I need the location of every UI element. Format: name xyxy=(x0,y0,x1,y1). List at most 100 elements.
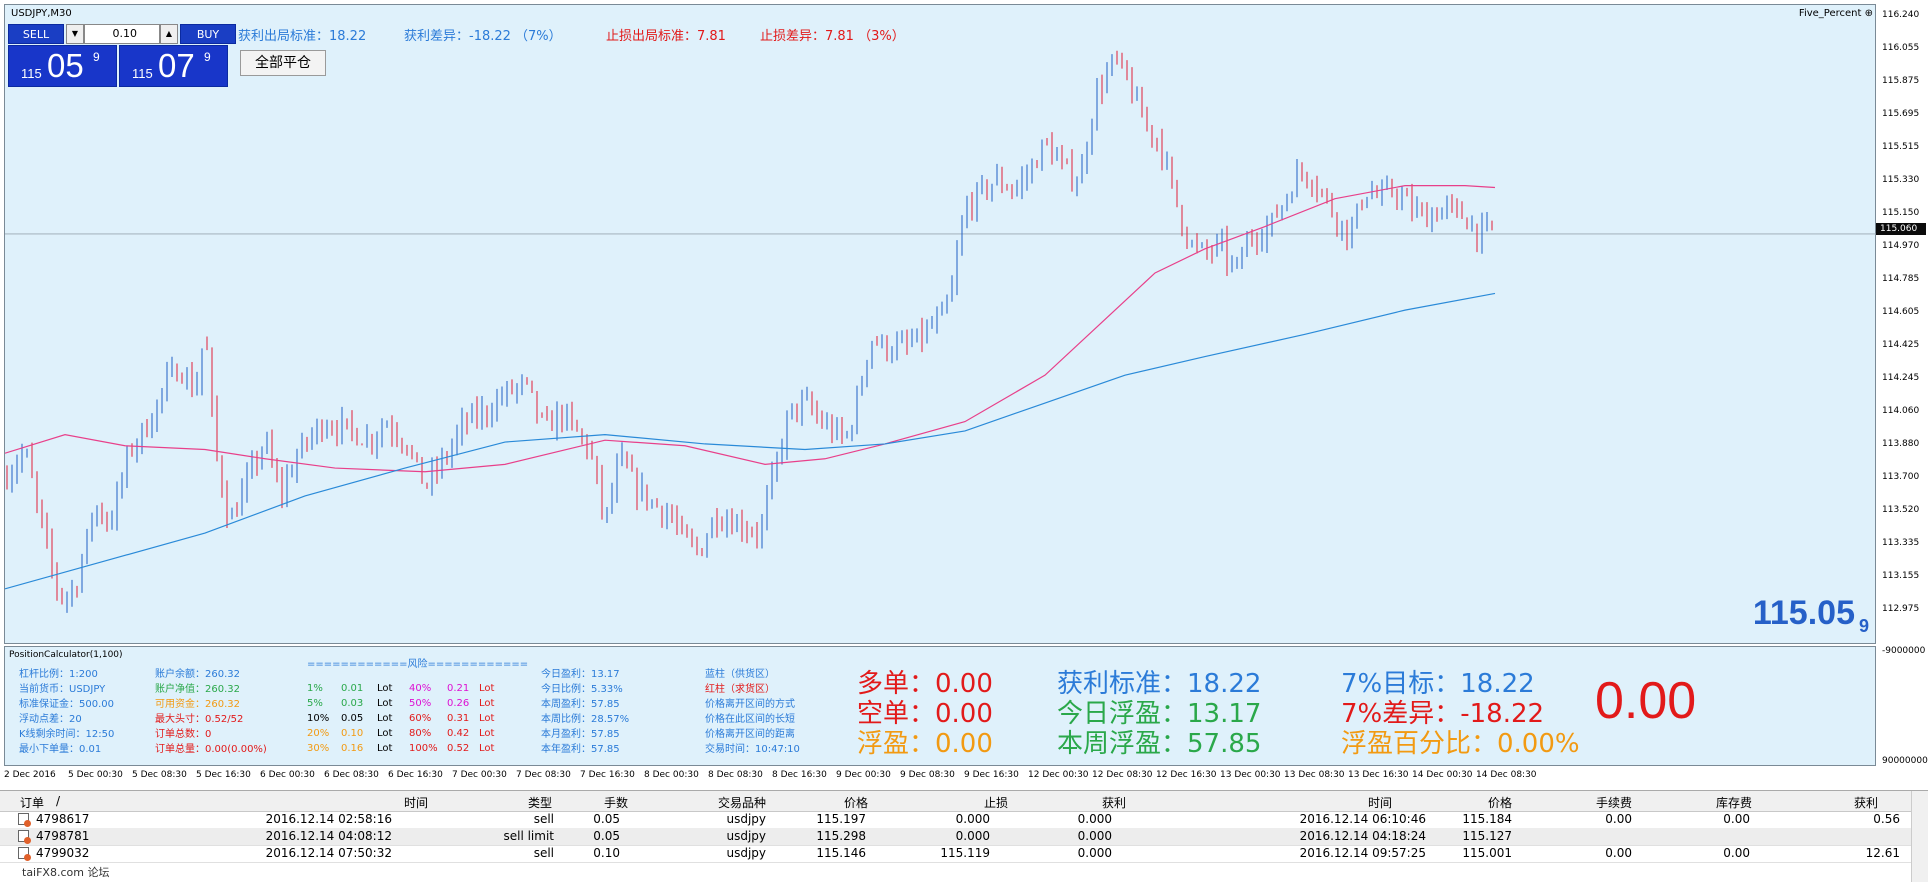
time-axis-label: 8 Dec 00:30 xyxy=(644,770,699,780)
floating-profit-big: 0.00 xyxy=(1595,672,1697,730)
target-summary: 7%目标：18.22 7%差异：-18.22 浮盈百分比：0.00% xyxy=(1341,669,1580,759)
trade-cell: 115.119 xyxy=(940,846,990,860)
close-all-button[interactable]: 全部平仓 xyxy=(240,50,326,76)
risk-cell: 60% xyxy=(409,713,432,724)
risk-cell: Lot xyxy=(377,683,393,694)
price-axis-label: 114.060 xyxy=(1882,406,1920,416)
price-axis-label: 114.425 xyxy=(1882,340,1920,350)
risk-cell: 30% xyxy=(307,743,330,754)
time-axis-label: 12 Dec 08:30 xyxy=(1092,770,1153,780)
sell-button[interactable]: SELL xyxy=(8,24,64,44)
tp-standard-text: 获利出局标准：18.22 xyxy=(238,29,367,44)
col-swap[interactable]: 库存费 xyxy=(1716,794,1752,811)
trade-cell: 0.10 xyxy=(593,846,620,860)
risk-cell: 0.05 xyxy=(341,713,364,724)
trade-row[interactable]: 4798617 2016.12.14 02:58:16 sell 0.05 usdjpy… xyxy=(0,811,1928,829)
col-time[interactable]: 时间 xyxy=(404,794,428,811)
trade-row[interactable]: 4798781 2016.12.14 04:08:12 sell limit 0.05… xyxy=(0,828,1928,846)
trade-cell: 0.00 xyxy=(1723,812,1750,826)
col-sl[interactable]: 止损 xyxy=(984,794,1008,811)
main-chart[interactable]: USDJPY,M30 Five_Percent ⊕ 115.05 9 xyxy=(4,4,1877,645)
col-type[interactable]: 类型 xyxy=(528,794,552,811)
col-price[interactable]: 价格 xyxy=(844,794,868,811)
risk-cell: Lot xyxy=(377,743,393,754)
col-tp[interactable]: 获利 xyxy=(1102,794,1126,811)
price-chart-canvas[interactable] xyxy=(5,5,1877,645)
risk-cell: Lot xyxy=(377,713,393,724)
price-axis-label: 116.055 xyxy=(1882,43,1920,53)
risk-header: ============风险============ xyxy=(307,659,529,670)
risk-cell: Lot xyxy=(377,698,393,709)
price-axis-label: 112.975 xyxy=(1882,604,1920,614)
risk-cell: Lot xyxy=(479,683,495,694)
buy-quote[interactable]: 115 07 9 xyxy=(119,45,228,87)
price-axis-label: 114.605 xyxy=(1882,307,1920,317)
zone-legend-column: 蓝柱（供货区） 红柱（求货区） 价格离开区间的方式 价格在此区间的长短 价格离开区间… xyxy=(705,669,800,755)
lot-decrease-button[interactable]: ▼ xyxy=(66,24,84,44)
trade-cell: 115.146 xyxy=(816,846,866,860)
risk-cell: Lot xyxy=(479,743,495,754)
price-axis-label: 113.155 xyxy=(1882,571,1920,581)
trade-cell: 115.184 xyxy=(1462,812,1512,826)
trade-table-header: 订单 / 时间 类型 手数 交易品种 价格 止损 获利 时间 价格 手续费 库存… xyxy=(0,791,1928,812)
trade-cell: 115.001 xyxy=(1462,846,1512,860)
col-close-time[interactable]: 时间 xyxy=(1368,794,1392,811)
risk-cell: 0.42 xyxy=(447,728,470,739)
risk-cell: 0.21 xyxy=(447,683,470,694)
trade-cell: 115.197 xyxy=(816,812,866,826)
risk-cell: Lot xyxy=(479,713,495,724)
price-axis-label: 113.880 xyxy=(1882,439,1920,449)
buy-button[interactable]: BUY xyxy=(180,24,236,44)
sl-diff-text: 止损差异：7.81 （3%） xyxy=(760,29,905,44)
time-axis-label: 6 Dec 08:30 xyxy=(324,770,379,780)
col-volume[interactable]: 手数 xyxy=(604,794,628,811)
risk-cell: 0.26 xyxy=(447,698,470,709)
price-axis-label: 115.515 xyxy=(1882,142,1920,152)
time-axis: 2 Dec 2016 5 Dec 00:30 5 Dec 08:30 5 Dec 16… xyxy=(4,767,1876,784)
col-close-price[interactable]: 价格 xyxy=(1488,794,1512,811)
time-axis-label: 8 Dec 08:30 xyxy=(708,770,763,780)
time-axis-label: 7 Dec 08:30 xyxy=(516,770,571,780)
sub-axis-top: -9000000 xyxy=(1882,646,1926,656)
trade-cell: 0.000 xyxy=(1077,829,1112,843)
trade-cell: 115.298 xyxy=(816,829,866,843)
trade-scrollbar[interactable] xyxy=(1911,791,1928,882)
time-axis-label: 13 Dec 16:30 xyxy=(1348,770,1409,780)
risk-cell: 40% xyxy=(409,683,432,694)
lot-increase-button[interactable]: ▲ xyxy=(160,24,178,44)
chart-close-icon[interactable]: ⊕ xyxy=(1865,8,1873,19)
lot-size-input[interactable]: 0.10 xyxy=(84,24,160,44)
sl-standard-text: 止损出局标准：7.81 xyxy=(606,29,726,44)
trade-cell: 0.56 xyxy=(1873,812,1900,826)
order-icon xyxy=(18,830,31,844)
time-axis-label: 6 Dec 16:30 xyxy=(388,770,443,780)
risk-cell: 0.52 xyxy=(447,743,470,754)
time-axis-label: 12 Dec 00:30 xyxy=(1028,770,1089,780)
risk-cell: 20% xyxy=(307,728,330,739)
risk-cell: Lot xyxy=(479,728,495,739)
trade-cell: sell xyxy=(533,812,554,826)
trade-cell: 2016.12.14 06:10:46 xyxy=(1299,812,1426,826)
trade-cell: usdjpy xyxy=(726,846,766,860)
profit-column: 今日盈利：13.17 今日比例：5.33% 本周盈利：57.85 本周比例：28.5… xyxy=(541,669,630,755)
col-order[interactable]: 订单 xyxy=(20,794,44,811)
profit-summary: 获利标准：18.22 今日浮盈：13.17 本周浮盈：57.85 xyxy=(1057,669,1262,759)
time-axis-label: 12 Dec 16:30 xyxy=(1156,770,1217,780)
time-axis-label: 7 Dec 00:30 xyxy=(452,770,507,780)
col-symbol[interactable]: 交易品种 xyxy=(718,794,766,811)
col-sort[interactable]: / xyxy=(56,794,60,808)
price-axis-label: 115.150 xyxy=(1882,208,1920,218)
risk-cell: 1% xyxy=(307,683,323,694)
sub-window-title: PositionCalculator(1,100) xyxy=(9,650,123,660)
col-commission[interactable]: 手续费 xyxy=(1596,794,1632,811)
time-axis-label: 13 Dec 08:30 xyxy=(1284,770,1345,780)
time-axis-label: 2 Dec 2016 xyxy=(4,770,56,780)
sell-quote[interactable]: 115 05 9 xyxy=(8,45,117,87)
trade-cell: 0.000 xyxy=(1077,812,1112,826)
trade-row[interactable]: 4799032 2016.12.14 07:50:32 sell 0.10 usdjpy… xyxy=(0,845,1928,863)
trade-cell: usdjpy xyxy=(726,829,766,843)
trade-cell: 2016.12.14 07:50:32 xyxy=(265,846,392,860)
col-profit[interactable]: 获利 xyxy=(1854,794,1878,811)
trade-cell: 0.05 xyxy=(593,812,620,826)
balance-info-column: 账户余额：260.32 账户净值：260.32 可用资金：260.32 最大头寸：0… xyxy=(155,669,267,755)
